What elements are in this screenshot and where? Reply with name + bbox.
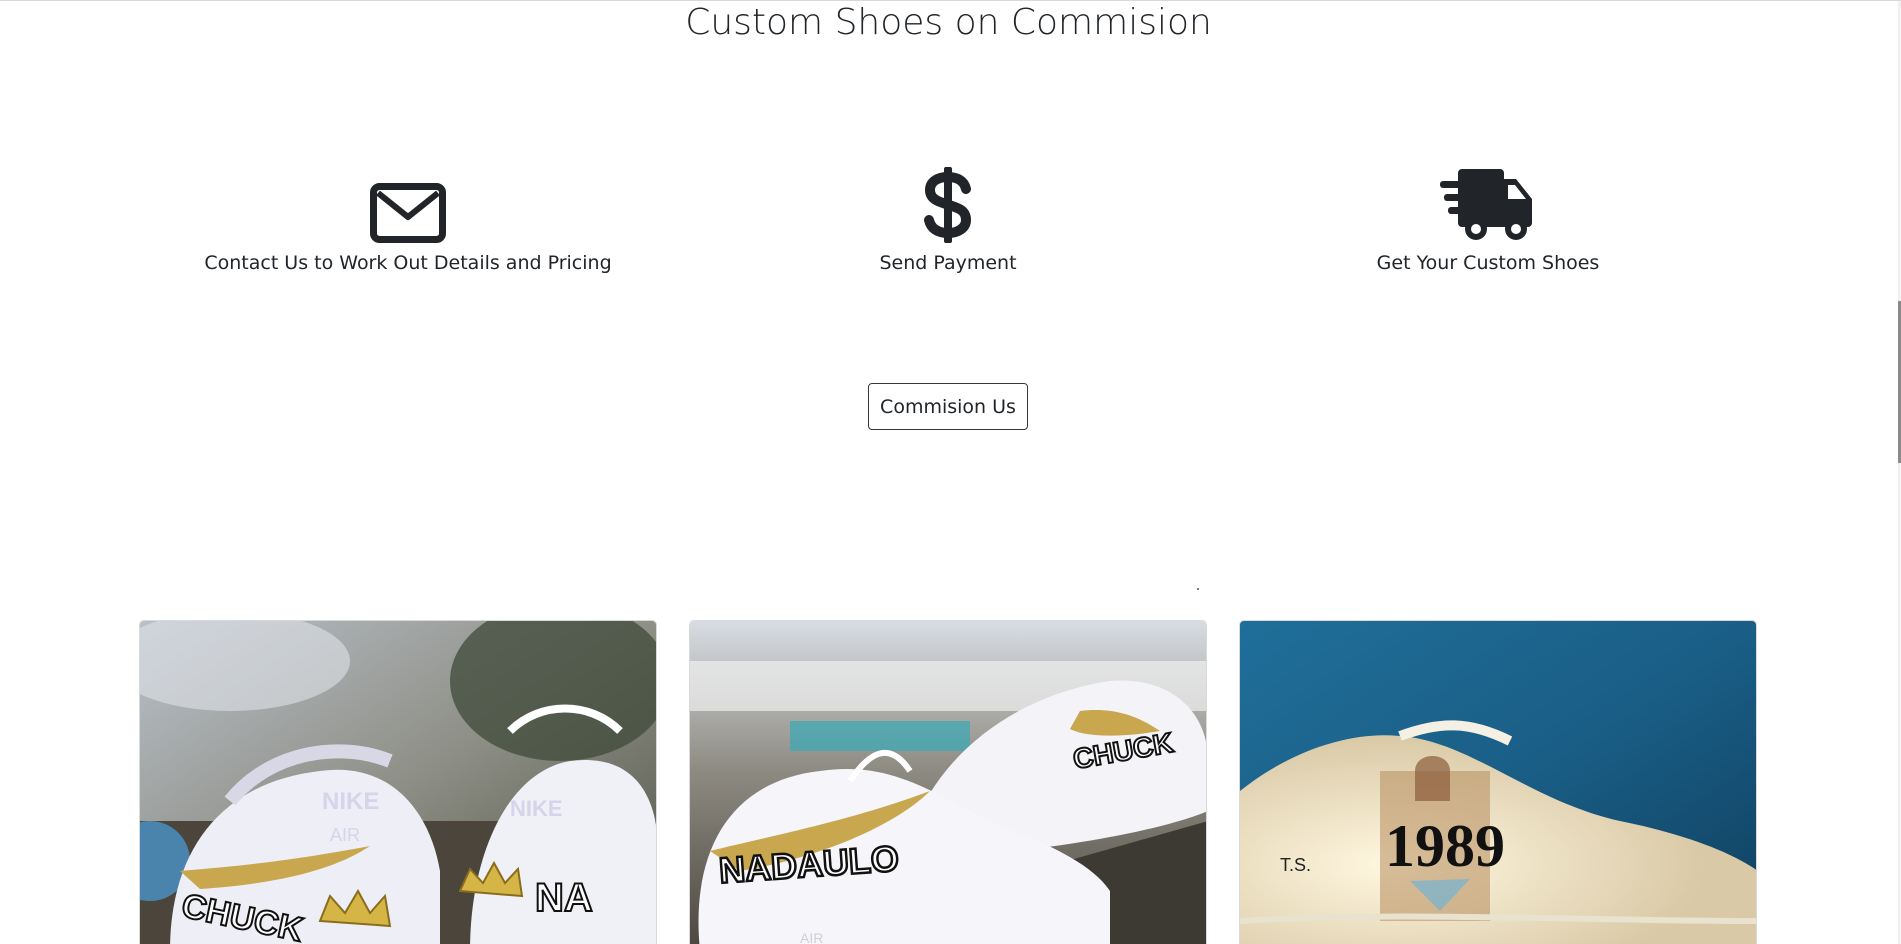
step-payment-label: Send Payment [879,252,1017,274]
photo-1-text-nike: NIKE [322,788,379,815]
custom-shoe-photo-3: 1989 T.S. [1239,620,1757,944]
envelope-icon [138,161,678,243]
step-contact-label: Contact Us to Work Out Details and Prici… [204,252,612,274]
shipping-fast-icon [1218,161,1758,243]
custom-shoe-photo-2: CHUCK NADAULO AIR [689,620,1207,944]
photo-1-text-air: AIR [330,825,360,845]
photo-1-text-nadaulo-partial: NA [535,876,593,920]
step-contact: Contact Us to Work Out Details and Prici… [138,161,678,275]
dollar-icon [678,161,1218,243]
photo-3-text-1989: 1989 [1385,813,1505,879]
commission-us-button[interactable]: Commision Us [868,383,1028,430]
step-payment: Send Payment [678,161,1218,275]
step-delivery-label: Get Your Custom Shoes [1376,252,1600,274]
photo-2-text-air: AIR [800,930,823,944]
page-title: Custom Shoes on Commision [685,2,1212,43]
step-delivery: Get Your Custom Shoes [1218,161,1758,275]
page: Custom Shoes on Commision Contact Us to … [0,0,1901,944]
custom-shoe-photo-1: NIKE AIR CHUCK NIKE NA [139,620,657,944]
stray-dot [1197,588,1199,590]
photo-3-text-ts: T.S. [1280,855,1311,875]
photo-1-text-nike-right: NIKE [510,796,563,821]
